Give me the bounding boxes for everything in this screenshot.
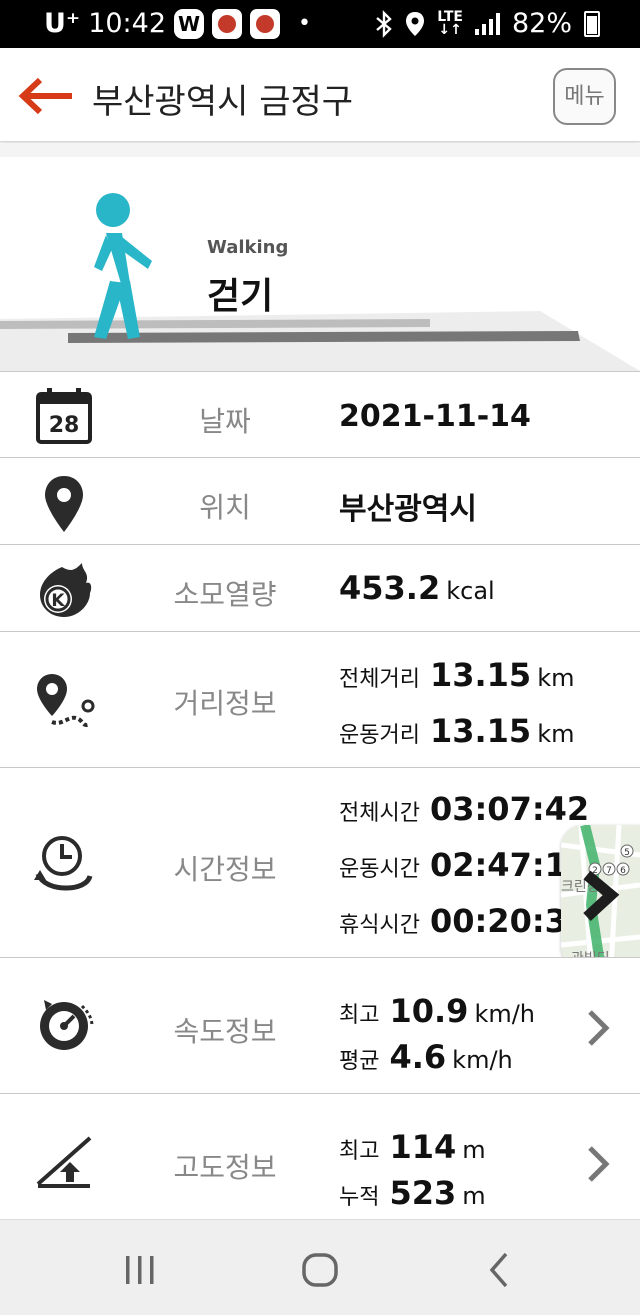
date-value: 2021-11-14 (339, 399, 531, 434)
map-preview: 5 2 7 6 크린장 관빌딩 (561, 825, 640, 969)
location-pin-icon (45, 476, 83, 532)
app-notification-icon (212, 8, 242, 39)
lte-icon: LTE ↓↑ (437, 8, 463, 38)
exercise-distance-unit: km (537, 720, 575, 748)
speed-chevron-right-icon[interactable] (586, 1008, 610, 1048)
altitude-label: 고도정보 (173, 1151, 277, 1184)
avg-speed-key: 평균 (339, 1049, 380, 1074)
date-label: 날짜 (199, 405, 251, 438)
calories-value: 453.2 (339, 569, 441, 607)
calories-unit: kcal (446, 577, 495, 605)
cumulative-altitude: 누적 523 m (339, 1174, 486, 1212)
speed-label: 속도정보 (173, 1015, 277, 1048)
app-notification-icon-2 (250, 8, 280, 39)
avg-speed: 평균 4.6 km/h (339, 1038, 513, 1076)
route-icon (37, 674, 95, 728)
activity-korean: 걷기 (207, 276, 274, 317)
map-station-7: 7 (606, 866, 612, 876)
cumulative-altitude-key: 누적 (339, 1185, 380, 1210)
rest-time: 휴식시간 00:20:31 (339, 902, 589, 940)
system-nav-bar (0, 1219, 640, 1315)
location-icon (406, 11, 425, 36)
altitude-row[interactable]: 고도정보 최고 114 m 누적 523 m (0, 1093, 640, 1219)
battery-percent: 82% (511, 8, 572, 39)
calendar-icon: 28 (36, 388, 92, 444)
battery-icon (584, 10, 600, 37)
calories-row: K 소모열량 453.2 kcal (0, 544, 640, 631)
clock-icon (34, 836, 93, 891)
max-altitude-key: 최고 (339, 1139, 380, 1164)
avg-speed-unit: km/h (452, 1046, 513, 1074)
map-station-5: 5 (624, 848, 630, 858)
status-bar: U⁺ 10:42 W • LTE ↓↑ 82% (0, 0, 640, 48)
distance-row: 거리정보 전체거리 13.15 km 운동거리 13.15 km (0, 631, 640, 767)
exercise-distance-value: 13.15 (429, 712, 532, 750)
bluetooth-icon (376, 9, 393, 38)
total-distance: 전체거리 13.15 km (339, 656, 574, 694)
back-nav-icon[interactable] (480, 1250, 520, 1290)
signal-icon (474, 12, 500, 35)
page-title: 부산광역시 금정구 (92, 82, 354, 122)
max-speed-value: 10.9 (389, 992, 469, 1030)
max-altitude-unit: m (462, 1136, 486, 1164)
back-arrow-icon[interactable] (18, 76, 74, 116)
max-altitude-value: 114 (389, 1128, 457, 1166)
total-time-value: 03:07:42 (429, 790, 590, 828)
more-notifications-dot: • (298, 11, 311, 36)
cumulative-altitude-value: 523 (389, 1174, 457, 1212)
activity-english: Walking (207, 237, 289, 258)
max-altitude: 최고 114 m (339, 1128, 486, 1166)
total-distance-value: 13.15 (429, 656, 532, 694)
total-time: 전체시간 03:07:42 (339, 790, 589, 828)
speedometer-icon (40, 1000, 94, 1050)
altitude-chevron-right-icon[interactable] (586, 1144, 610, 1184)
max-speed: 최고 10.9 km/h (339, 992, 535, 1030)
menu-button[interactable]: 메뉴 (553, 68, 616, 125)
avg-speed-value: 4.6 (389, 1038, 447, 1076)
exercise-time: 운동시간 02:47:11 (339, 846, 589, 884)
location-value: 부산광역시 (339, 492, 477, 527)
calories-label: 소모열량 (173, 578, 277, 611)
max-speed-key: 최고 (339, 1003, 380, 1028)
recent-apps-icon[interactable] (120, 1250, 160, 1290)
time-label: 시간정보 (173, 853, 277, 886)
exercise-distance: 운동거리 13.15 km (339, 712, 574, 750)
total-distance-key: 전체거리 (339, 667, 420, 692)
exercise-time-key: 운동시간 (339, 857, 420, 882)
calendar-day: 28 (49, 413, 80, 438)
location-label: 위치 (199, 491, 251, 524)
distance-label: 거리정보 (173, 687, 277, 720)
max-speed-unit: km/h (474, 1000, 536, 1028)
speed-row[interactable]: 속도정보 최고 10.9 km/h 평균 4.6 km/h (0, 957, 640, 1093)
date-row: 28 날짜 2021-11-14 (0, 371, 640, 457)
total-distance-unit: km (537, 664, 575, 692)
altitude-slope-icon (36, 1136, 92, 1188)
map-thumbnail-button[interactable]: 5 2 7 6 크린장 관빌딩 (561, 825, 640, 969)
activity-hero: Walking 걷기 (0, 143, 640, 371)
svg-text:K: K (51, 591, 65, 611)
location-row: 위치 부산광역시 (0, 457, 640, 544)
exercise-distance-key: 운동거리 (339, 723, 420, 748)
time-row: 시간정보 전체시간 03:07:42 운동시간 02:47:11 휴식시간 00:20… (0, 767, 640, 957)
rest-time-key: 휴식시간 (339, 913, 420, 938)
w-notification-icon: W (174, 8, 204, 39)
map-station-6: 6 (620, 866, 626, 876)
total-time-key: 전체시간 (339, 801, 420, 826)
calories-value-group: 453.2 kcal (339, 569, 495, 607)
walking-person-icon (94, 193, 152, 339)
cumulative-altitude-unit: m (462, 1182, 486, 1210)
network-type: LTE (437, 8, 463, 25)
app-header: 부산광역시 금정구 메뉴 (0, 48, 640, 142)
home-icon[interactable] (300, 1250, 340, 1290)
carrier-label: U⁺ (44, 8, 81, 39)
status-time: 10:42 (88, 8, 166, 39)
calorie-flame-icon: K (40, 563, 92, 617)
